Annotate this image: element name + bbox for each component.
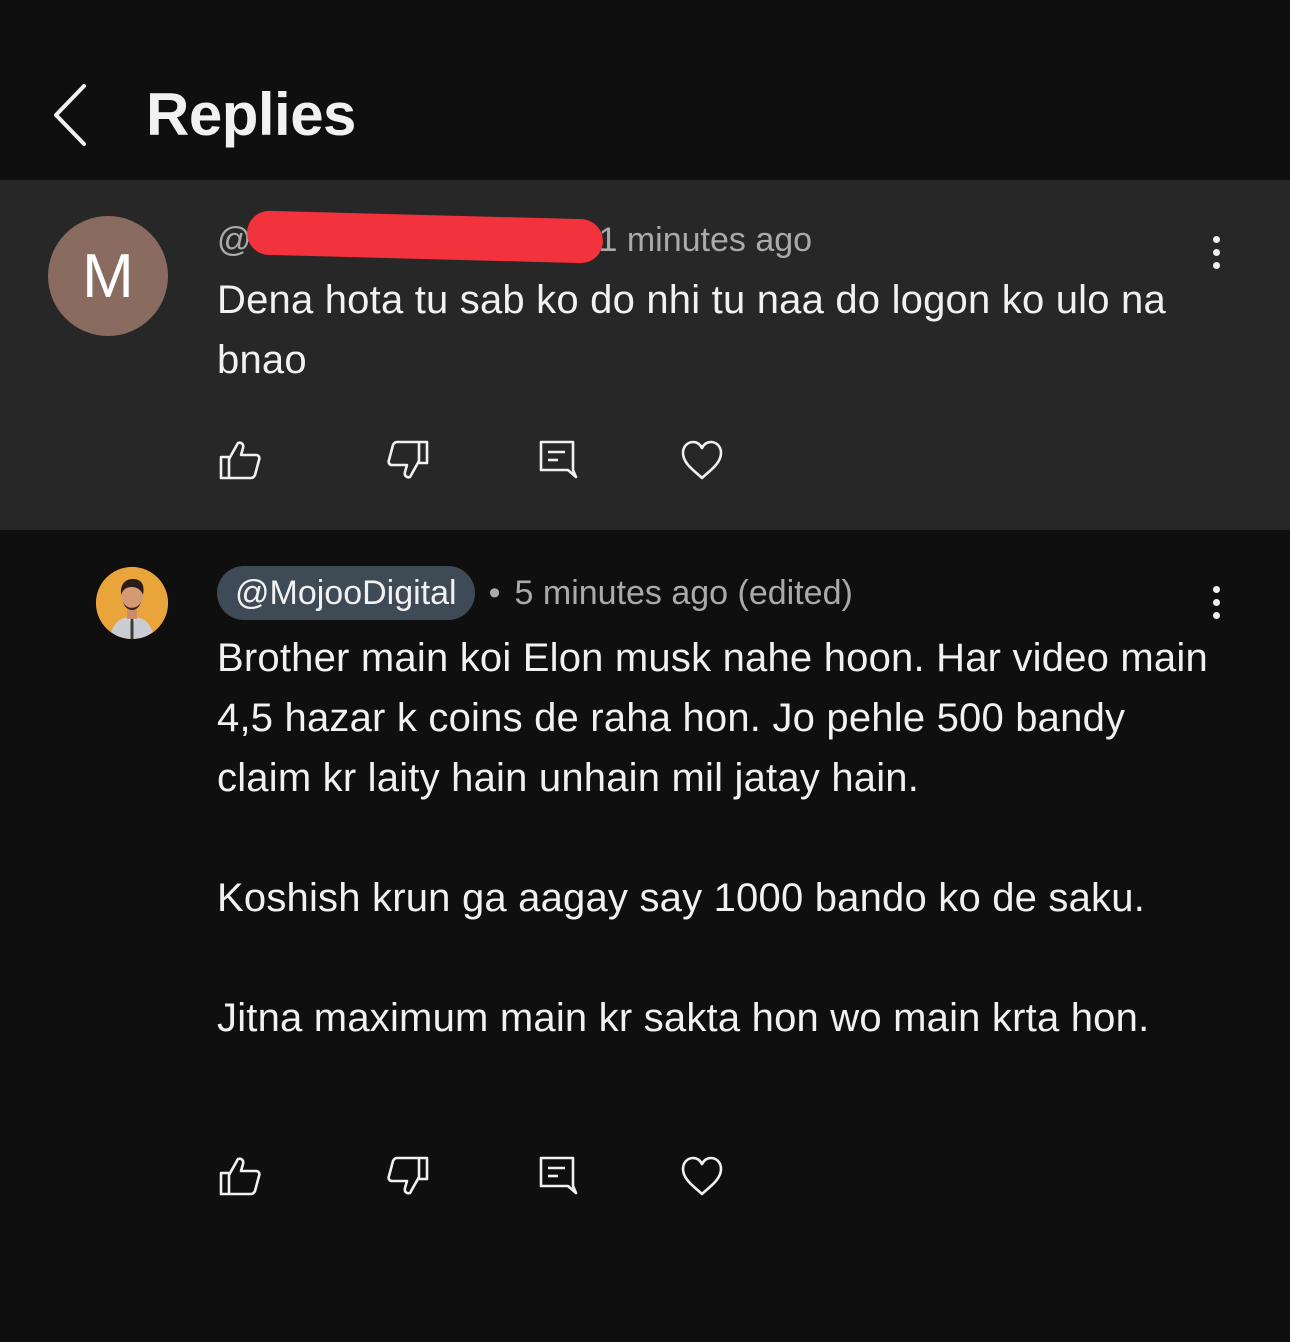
page-title: Replies	[146, 81, 356, 148]
dislike-icon	[387, 1156, 429, 1195]
separator: •	[488, 573, 501, 612]
comment-meta: @udaudahmed6807 • 31 minutes ago	[217, 209, 813, 264]
kebab-dot	[1212, 585, 1220, 593]
kebab-dot	[1212, 611, 1220, 619]
avatar-letter: M	[82, 241, 134, 311]
comment-actions	[0, 430, 1290, 490]
reply-comment: @MojooDigital • 5 minutes ago (edited) B…	[0, 530, 1290, 1342]
chevron-left-icon	[54, 84, 86, 146]
kebab-dot	[1212, 598, 1220, 606]
dislike-icon	[387, 440, 429, 479]
parent-comment: M @udaudahmed6807 • 31 minutes ago Dena …	[0, 180, 1290, 530]
heart-button[interactable]	[672, 430, 732, 490]
dislike-button[interactable]	[378, 430, 438, 490]
kebab-dot	[1212, 261, 1220, 269]
reply-button[interactable]	[528, 1146, 588, 1206]
comment-meta: @MojooDigital • 5 minutes ago (edited)	[217, 566, 853, 620]
comment-paragraph: Jitna maximum main kr sakta hon wo main …	[217, 996, 1150, 1040]
reply-icon	[539, 1156, 578, 1195]
kebab-dot	[1212, 248, 1220, 256]
like-icon	[219, 1157, 261, 1196]
comment-paragraph: Koshish krun ga aagay say 1000 bando ko …	[217, 876, 1146, 920]
top-bar: Replies	[0, 0, 1290, 180]
avatar[interactable]	[96, 567, 168, 639]
comment-time: 31 minutes ago	[579, 220, 813, 259]
like-button[interactable]	[210, 430, 270, 490]
dislike-button[interactable]	[378, 1146, 438, 1206]
redaction-mark	[246, 209, 604, 264]
profile-photo	[96, 567, 168, 639]
reply-icon	[539, 440, 578, 479]
comment-text: Brother main koi Elon musk nahe hoon. Ha…	[217, 628, 1217, 1048]
more-options-button[interactable]	[1196, 572, 1236, 632]
heart-icon	[681, 1156, 723, 1196]
heart-icon	[681, 440, 723, 480]
avatar[interactable]: M	[48, 216, 168, 336]
reply-button[interactable]	[528, 430, 588, 490]
author-handle[interactable]: @MojooDigital	[217, 566, 475, 620]
author-handle-prefix: @	[217, 220, 252, 259]
like-button[interactable]	[210, 1146, 270, 1206]
comment-actions	[0, 1146, 1290, 1206]
heart-button[interactable]	[672, 1146, 732, 1206]
kebab-dot	[1212, 235, 1220, 243]
comment-time: 5 minutes ago (edited)	[514, 573, 853, 612]
author-handle[interactable]: @udaudahmed6807	[217, 209, 604, 264]
comment-text: Dena hota tu sab ko do nhi tu naa do log…	[217, 278, 1166, 382]
back-button[interactable]	[40, 75, 100, 155]
comment-paragraph: Brother main koi Elon musk nahe hoon. Ha…	[217, 636, 1208, 800]
like-icon	[219, 441, 261, 480]
